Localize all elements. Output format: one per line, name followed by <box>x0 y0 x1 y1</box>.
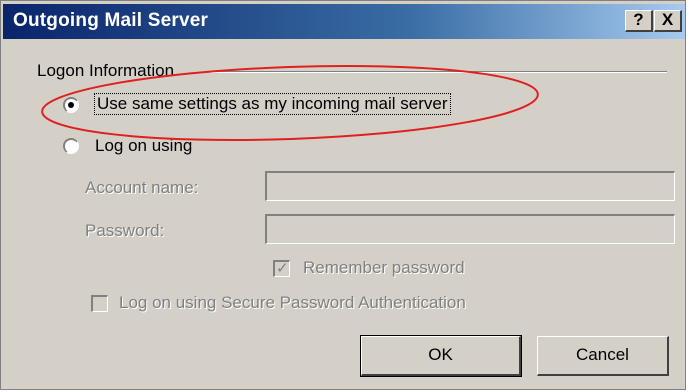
remember-password-label: Remember password <box>303 258 465 277</box>
cancel-button[interactable]: Cancel <box>537 336 669 376</box>
group-divider <box>211 71 667 73</box>
account-name-field[interactable] <box>265 171 675 201</box>
log-on-using-radio[interactable] <box>63 138 79 154</box>
password-field[interactable] <box>265 214 675 244</box>
account-name-label: Account name: <box>85 178 199 197</box>
ok-button[interactable]: OK <box>360 335 522 377</box>
radio-selected-dot <box>68 102 74 108</box>
close-button[interactable]: X <box>654 10 682 32</box>
use-same-settings-label[interactable]: Use same settings as my incoming mail se… <box>94 93 451 115</box>
log-on-using-label[interactable]: Log on using <box>95 136 192 156</box>
password-label: Password: <box>85 221 165 240</box>
secure-password-authentication-checkbox[interactable] <box>91 295 108 312</box>
help-button[interactable]: ? <box>625 10 653 32</box>
checkmark-icon: ✓ <box>276 259 289 277</box>
outgoing-mail-server-dialog: Outgoing Mail Server ? X Logon Informati… <box>0 0 686 390</box>
use-same-settings-radio[interactable] <box>63 97 79 113</box>
remember-password-checkbox[interactable]: ✓ <box>273 259 290 277</box>
secure-password-authentication-label: Log on using Secure Password Authenticat… <box>119 293 466 312</box>
title-bar[interactable]: Outgoing Mail Server ? X <box>3 4 685 39</box>
window-title: Outgoing Mail Server <box>13 10 209 31</box>
logon-information-group-label: Logon Information <box>37 61 175 80</box>
